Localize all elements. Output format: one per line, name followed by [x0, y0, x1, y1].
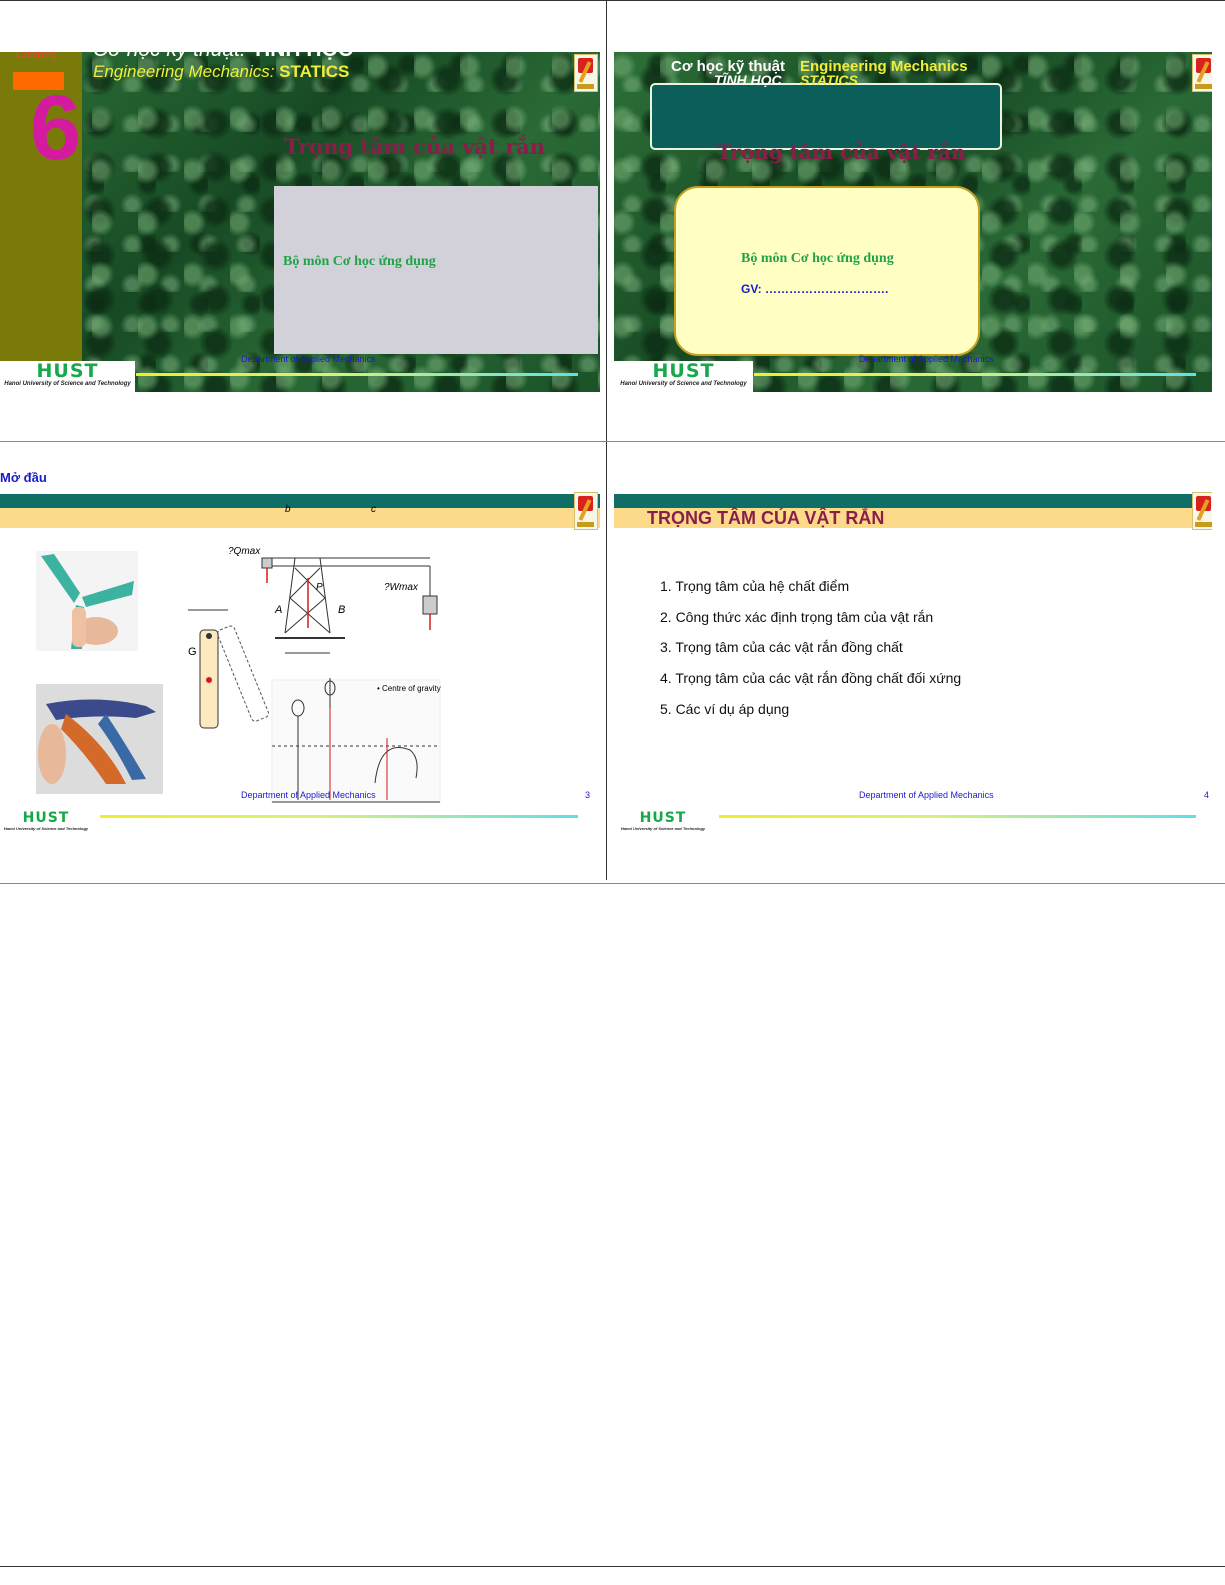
label-p: P — [316, 582, 323, 593]
label-c: c — [371, 504, 376, 515]
hust-logo-text: HUST — [22, 810, 70, 826]
hust-logo-text: HUST — [36, 360, 99, 382]
hust-logo: HUST Hanoi University of Science and Tec… — [0, 361, 135, 392]
title-band-teal — [614, 494, 1212, 508]
chapter-number: 6 — [30, 77, 82, 179]
balancing-bird-photo-2 — [36, 684, 163, 794]
footer-department: Department of Applied Mechanics — [241, 790, 376, 800]
hust-logo-text: HUST — [652, 360, 715, 382]
page-top-rule — [0, 0, 1225, 1]
footer-department: Department of Applied Mechanics — [859, 790, 994, 800]
course-title-vn: Cơ học kỹ thuật: TĨNH HỌC — [93, 52, 353, 62]
list-item: 5. Các ví dụ áp dụng — [660, 701, 790, 717]
course-title-en-bold: STATICS — [279, 62, 350, 81]
label-g: G — [188, 646, 197, 658]
footer-department: Department of Applied Mechanics — [859, 354, 994, 364]
title-band-yellow — [0, 508, 600, 528]
hust-logo: HUST Hanoi University of Science and Tec… — [0, 810, 92, 834]
label-qmax: ?Qmax — [228, 546, 261, 557]
label-wmax: ?Wmax — [384, 582, 418, 593]
slide-4: TRỌNG TÂM CỦA VẬT RẮN 1. Trọng tâm của h… — [614, 462, 1212, 842]
university-emblem-icon — [574, 492, 598, 530]
label-b: b — [285, 504, 291, 515]
department-box — [274, 186, 598, 354]
footer-gradient-line — [719, 815, 1196, 818]
slide-2-title: Trọng tâm của vật rắn — [717, 140, 966, 164]
slide-4-title: TRỌNG TÂM CỦA VẬT RẮN — [647, 508, 885, 528]
course-title-en: Engineering Mechanics: STATICS — [93, 62, 349, 82]
grid-bottom-rule — [0, 883, 1225, 884]
chapter-word: Chương — [16, 52, 57, 61]
hust-logo: HUST Hanoi University of Science and Tec… — [614, 810, 712, 834]
hust-logo-subtitle: Hanoi University of Science and Technolo… — [620, 381, 747, 387]
hust-logo: HUST Hanoi University of Science and Tec… — [614, 361, 753, 392]
university-emblem-icon — [1192, 492, 1212, 530]
course-title-vn-bold: TĨNH HỌC — [252, 52, 354, 61]
university-emblem-icon — [574, 54, 598, 92]
slide-2: Cơ học kỹ thuật TĨNH HỌC Engineering Mec… — [614, 52, 1212, 392]
department-name: Bộ môn Cơ học ứng dụng — [283, 254, 436, 269]
hust-logo-subtitle: Hanoi University of Science and Technolo… — [3, 826, 89, 831]
list-item: 4. Trọng tâm của các vật rắn đồng chất đ… — [660, 670, 962, 686]
hust-logo-text: HUST — [639, 810, 687, 826]
slide-3: Mở đầu b c ?Qmax ?Wmax P A B G • Centre … — [0, 462, 600, 842]
footer-gradient-line — [100, 815, 578, 818]
label-a: A — [275, 604, 283, 616]
slide-1-title: Trọng tâm của vật rắn — [284, 134, 546, 159]
slide-3-heading: Mở đầu — [0, 470, 47, 485]
page-number: 3 — [585, 790, 591, 800]
page-bottom-rule — [0, 1566, 1225, 1567]
course-title-vn-prefix: Cơ học kỹ thuật: — [93, 52, 252, 61]
department-name: Bộ môn Cơ học ứng dụng — [741, 251, 894, 266]
slide-1: Chương 6 Cơ học kỹ thuật: TĨNH HỌC Engin… — [0, 52, 600, 392]
list-item: 2. Công thức xác định trọng tâm của vật … — [660, 609, 934, 625]
page-number: 4 — [1204, 790, 1210, 800]
course-en-sub: STATICS — [800, 72, 858, 88]
list-item: 3. Trọng tâm của các vật rắn đồng chất — [660, 639, 903, 655]
balancing-toy-photo-1 — [36, 551, 138, 651]
lecturer-line: GV: …………………………. — [741, 282, 889, 296]
footer-gradient-line — [754, 373, 1196, 376]
hust-logo-subtitle: Hanoi University of Science and Technolo… — [620, 826, 706, 831]
grid-middle-rule — [0, 441, 1225, 442]
course-title-en-prefix: Engineering Mechanics: — [93, 62, 280, 81]
footer-gradient-line — [136, 373, 578, 376]
label-centre-of-gravity: • Centre of gravity — [377, 684, 441, 693]
department-box — [674, 186, 980, 356]
grid-vertical-rule — [606, 0, 607, 880]
hust-logo-subtitle: Hanoi University of Science and Technolo… — [4, 381, 131, 387]
course-vn-sub: TĨNH HỌC — [714, 72, 782, 88]
list-item: 1. Trọng tâm của hệ chất điểm — [660, 578, 850, 594]
title-band-teal — [0, 494, 600, 508]
university-emblem-icon — [1192, 54, 1212, 92]
balancing-toy-drawing — [41, 554, 134, 649]
footer-department: Department of Applied Mechanics — [241, 354, 376, 364]
label-b-support: B — [338, 604, 346, 616]
balancing-bird-drawing — [38, 699, 156, 784]
